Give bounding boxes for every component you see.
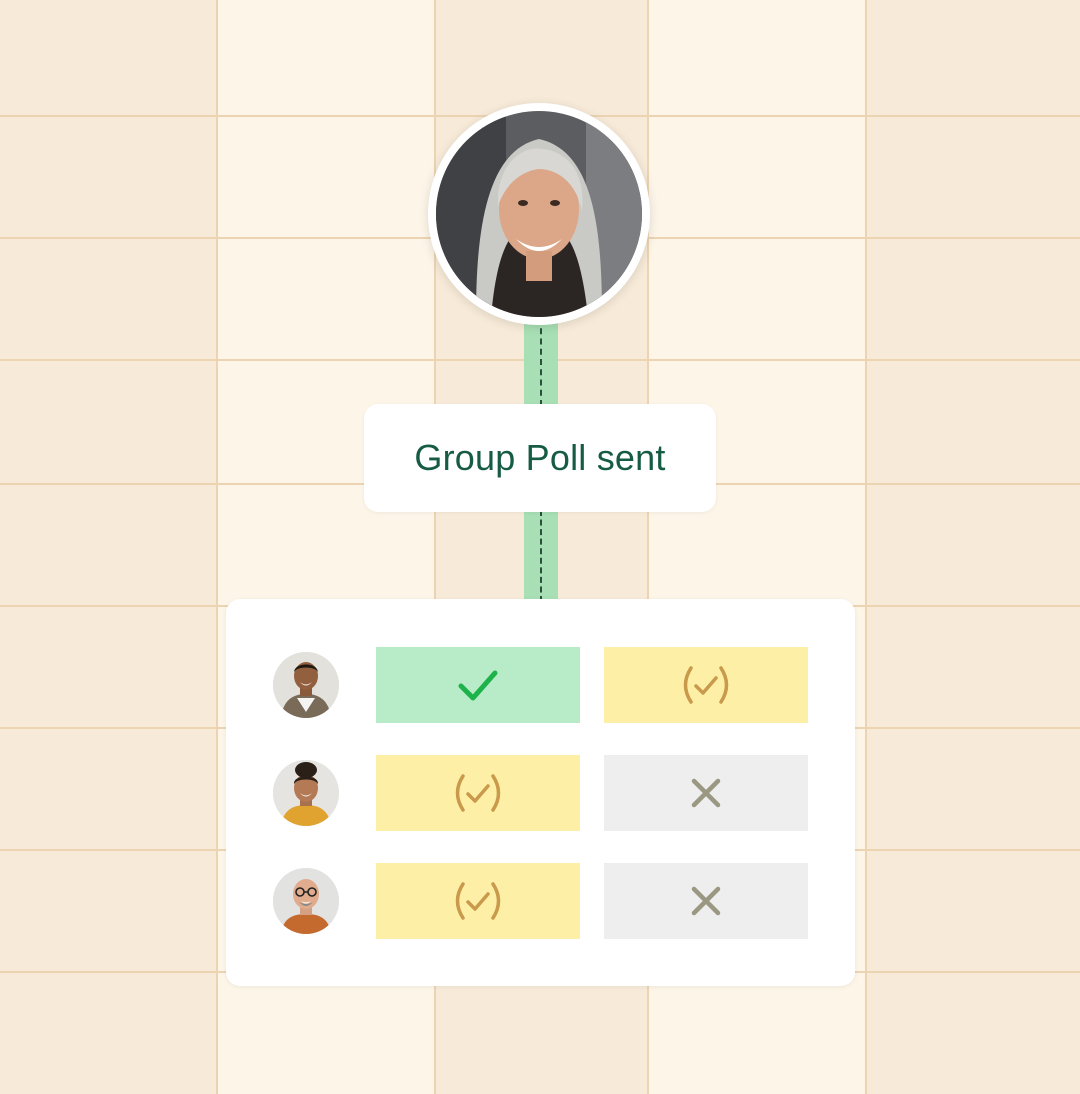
- participant-avatar: [273, 652, 339, 718]
- response-row: [226, 863, 855, 939]
- x-mark-icon: [691, 778, 721, 808]
- poll-status-pill: Group Poll sent: [364, 404, 716, 512]
- checkmark-icon: [458, 670, 498, 701]
- poll-status-label: Group Poll sent: [414, 437, 666, 478]
- dashed-line: [540, 510, 542, 602]
- parenthesized-check-icon: [455, 774, 501, 812]
- availability-cell-no: [604, 755, 808, 831]
- availability-cell-yes: [376, 647, 580, 723]
- connector-line-bottom: [524, 510, 558, 602]
- x-mark-icon: [691, 886, 721, 916]
- poll-illustration: Group Poll sent: [0, 0, 1080, 1094]
- participant-avatar: [273, 868, 339, 934]
- response-row: [226, 755, 855, 831]
- availability-cell-maybe: [604, 647, 808, 723]
- dashed-line: [540, 318, 542, 406]
- availability-cell-maybe: [376, 755, 580, 831]
- poll-responses-card: [226, 599, 855, 986]
- parenthesized-check-icon: [455, 882, 501, 920]
- parenthesized-check-icon: [683, 666, 729, 704]
- availability-cell-no: [604, 863, 808, 939]
- organizer-avatar: [428, 103, 650, 325]
- connector-line-top: [524, 318, 558, 406]
- availability-cell-maybe: [376, 863, 580, 939]
- organizer-photo: [436, 111, 642, 317]
- response-row: [226, 647, 855, 723]
- participant-avatar: [273, 760, 339, 826]
